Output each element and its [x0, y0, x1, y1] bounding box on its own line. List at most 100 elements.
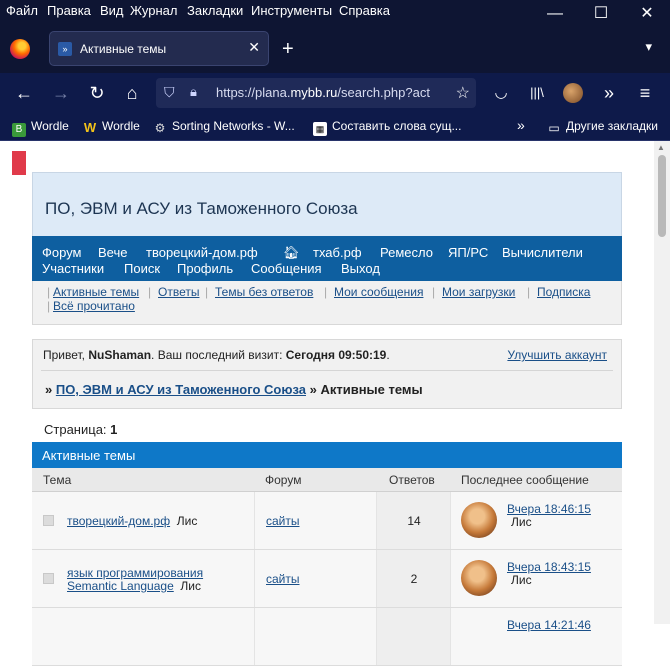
nav-tvoretsky[interactable]: творецкий-дом.рф [146, 245, 258, 260]
lock-icon[interactable]: 🔒︎ [190, 84, 197, 100]
avatar[interactable] [461, 502, 497, 538]
tab-close-icon[interactable]: ✕ [248, 39, 260, 56]
address-bar[interactable]: ⛉ 🔒︎ https://plana.mybb.ru/search.php?ac… [156, 78, 476, 108]
subnav-replies[interactable]: Ответы [158, 285, 199, 299]
pagination: Страница: 1 [44, 422, 118, 437]
menu-help[interactable]: Справка [339, 3, 390, 18]
last-visit-time: Сегодня 09:50:19 [285, 348, 387, 362]
bookmark-sorting-networks[interactable]: ⚙ Sorting Networks - W... [153, 119, 295, 135]
nav-thab[interactable]: тхаб.рф [313, 245, 362, 260]
subnav-mark-all-read[interactable]: Всё прочитано [53, 299, 135, 313]
topic-author: Лис [180, 579, 201, 593]
hamburger-menu-icon[interactable]: ≡ [633, 81, 657, 105]
wordle-w-icon: W [83, 120, 97, 135]
breadcrumb: » ПО, ЭВМ и АСУ из Таможенного Союза » А… [45, 382, 423, 397]
back-arrow-icon[interactable]: ← [12, 81, 36, 105]
menu-history[interactable]: Журнал [130, 3, 177, 18]
table-row: Вчера 14:21:46 [32, 608, 622, 666]
scrollbar-thumb[interactable] [658, 155, 666, 237]
forward-arrow-icon[interactable]: → [49, 81, 73, 105]
nav-logout[interactable]: Выход [341, 261, 380, 276]
account-avatar[interactable] [563, 83, 583, 103]
url-text[interactable]: https://plana.mybb.ru/search.php?act [216, 85, 448, 100]
topic-link[interactable]: творецкий-дом.рф [67, 514, 170, 528]
nav-profile[interactable]: Профиль [177, 261, 233, 276]
tab-active-topics[interactable]: » Активные темы ✕ [49, 31, 269, 66]
nav-veche[interactable]: Вече [98, 245, 127, 260]
menu-view[interactable]: Вид [100, 3, 124, 18]
topic-status-icon [43, 573, 54, 584]
list-all-tabs-chevron-icon[interactable]: ▾ [645, 39, 652, 55]
active-topics-table: Активные темы Тема Форум Ответов Последн… [32, 442, 622, 666]
divider [41, 370, 613, 371]
forum-header: ПО, ЭВМ и АСУ из Таможенного Союза [32, 172, 622, 236]
home-icon[interactable]: ⌂ [120, 81, 144, 105]
bookmark-wordle-1[interactable]: B Wordle [12, 119, 69, 137]
gear-icon: ⚙ [154, 121, 166, 135]
topic-link-line2[interactable]: Semantic Language [67, 579, 174, 593]
bookmarks-overflow-icon[interactable]: » [517, 117, 525, 133]
scroll-up-icon[interactable]: ▲ [657, 143, 665, 152]
nav-messages[interactable]: Сообщения [251, 261, 322, 276]
pocket-icon[interactable]: ◡ [489, 81, 513, 105]
menu-bookmarks[interactable]: Закладки [187, 3, 243, 18]
username: NuShaman [88, 348, 152, 362]
avatar[interactable] [461, 560, 497, 596]
col-replies: Ответов [389, 473, 435, 487]
page-content: ПО, ЭВМ и АСУ из Таможенного Союза Форум… [0, 141, 670, 666]
menu-tools[interactable]: Инструменты [251, 3, 332, 18]
nav-remeslo[interactable]: Ремесло [380, 245, 433, 260]
tab-title: Активные темы [80, 42, 167, 56]
topic-author: Лис [176, 514, 198, 528]
col-last-post: Последнее сообщение [461, 473, 589, 487]
forum-link[interactable]: сайты [266, 514, 300, 528]
board-title: ПО, ЭВМ и АСУ из Таможенного Союза [45, 199, 358, 218]
col-topic: Тема [43, 473, 72, 487]
current-page: 1 [110, 422, 118, 437]
last-post-author: Лис [511, 515, 532, 529]
forum-sub-nav: | Активные темы | Ответы | Темы без отве… [32, 281, 622, 325]
bookmark-wordle-2[interactable]: W Wordle [83, 119, 140, 135]
table-caption: Активные темы [32, 442, 622, 468]
firefox-logo-icon[interactable] [10, 39, 30, 59]
nav-members[interactable]: Участники [42, 261, 104, 276]
subnav-my-uploads[interactable]: Мои загрузки [442, 285, 515, 299]
last-post-link[interactable]: Вчера 18:43:15 [507, 560, 591, 574]
forum-link[interactable]: сайты [266, 572, 300, 586]
last-post-link[interactable]: Вчера 18:46:15 [507, 502, 591, 516]
reload-icon[interactable]: ↻ [85, 81, 109, 105]
bookmark-star-icon[interactable]: ☆ [456, 83, 470, 103]
library-icon[interactable]: |||\ [525, 81, 549, 105]
subnav-subscription[interactable]: Подписка [537, 285, 590, 299]
grid-icon: ▦ [313, 122, 327, 136]
last-post-link[interactable]: Вчера 14:21:46 [507, 618, 591, 632]
bookmark-ribbon-icon[interactable] [12, 151, 26, 175]
nav-computers[interactable]: Вычислители [502, 245, 583, 260]
new-tab-plus-icon[interactable]: + [282, 38, 294, 61]
other-bookmarks[interactable]: ▭ Другие закладки [547, 119, 658, 135]
reply-count: 2 [410, 572, 418, 586]
topic-link[interactable]: язык программирования [67, 566, 203, 580]
nav-forum[interactable]: Форум [42, 245, 82, 260]
topic-status-icon [43, 515, 54, 526]
bookmark-compose-words[interactable]: ▦ Составить слова сущ... [313, 119, 461, 136]
subnav-unanswered[interactable]: Темы без ответов [215, 285, 313, 299]
subnav-my-messages[interactable]: Мои сообщения [334, 285, 423, 299]
forum-main-nav: Форум Вече творецкий-дом.рф 🏠︎ тхаб.рф Р… [32, 236, 622, 281]
nav-search[interactable]: Поиск [124, 261, 160, 276]
menu-edit[interactable]: Правка [47, 3, 91, 18]
last-post-author: Лис [511, 573, 532, 587]
subnav-active-topics[interactable]: Активные темы [53, 285, 139, 299]
tracking-shield-icon[interactable]: ⛉ [164, 84, 175, 101]
upgrade-account-link[interactable]: Улучшить аккаунт [507, 348, 607, 362]
breadcrumb-forum-link[interactable]: ПО, ЭВМ и АСУ из Таможенного Союза [56, 382, 306, 397]
mybb-favicon-icon: » [58, 42, 72, 56]
navigation-toolbar: ← → ↻ ⌂ ⛉ 🔒︎ https://plana.mybb.ru/searc… [0, 73, 670, 113]
menu-file[interactable]: Файл [6, 3, 38, 18]
table-header: Тема Форум Ответов Последнее сообщение [32, 468, 622, 492]
wordle-b-icon: B [12, 123, 26, 137]
overflow-chevrons-icon[interactable]: » [597, 81, 621, 105]
nav-yap-rs[interactable]: ЯП/РС [448, 245, 488, 260]
tab-bar: » Активные темы ✕ + ▾ [0, 23, 670, 73]
page-scrollbar[interactable]: ▲ [654, 141, 670, 624]
